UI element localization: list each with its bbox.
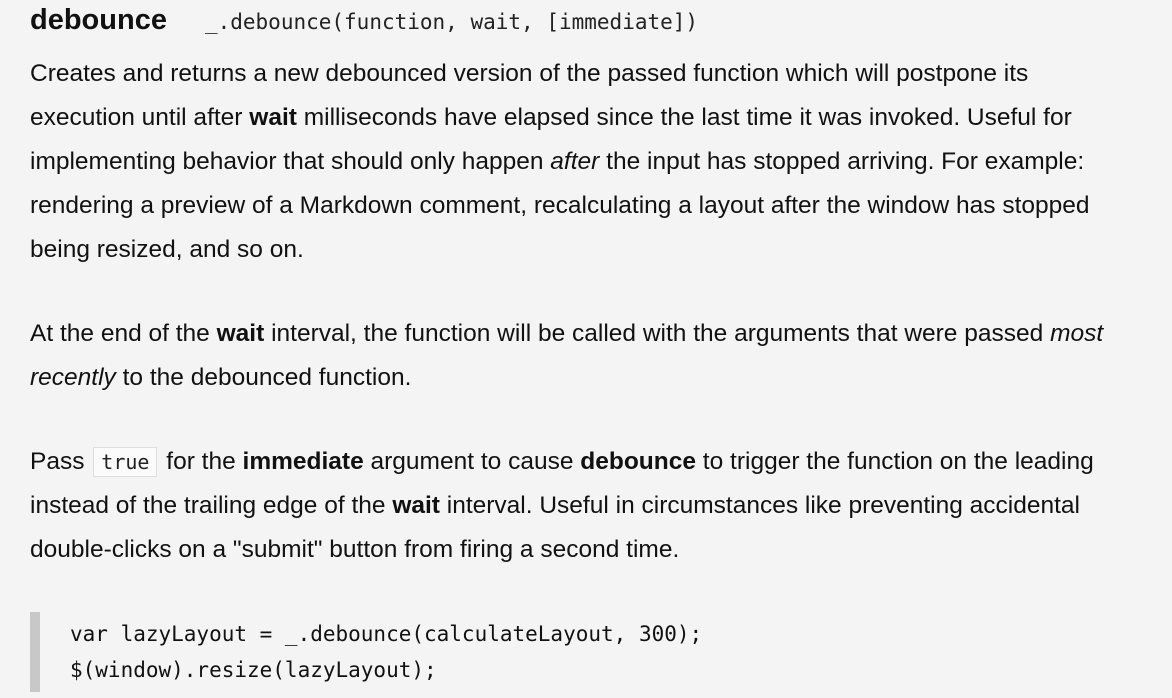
code-line: $(window).resize(lazyLayout);: [70, 658, 437, 682]
text-span: argument to cause: [363, 448, 581, 475]
function-name: debounce: [30, 4, 167, 36]
documentation-section: debounce _.debounce(function, wait, [imm…: [0, 0, 1172, 698]
immediate-paragraph: Pass true for the immediate argument to …: [30, 440, 1132, 572]
inline-code-true: true: [93, 447, 158, 477]
description-paragraph: Creates and returns a new debounced vers…: [30, 52, 1132, 272]
text-span: for the: [159, 448, 243, 475]
text-span: interval, the function will be called wi…: [264, 320, 1051, 347]
function-signature: _.debounce(function, wait, [immediate]): [204, 10, 699, 34]
function-header: debounce _.debounce(function, wait, [imm…: [30, 4, 698, 44]
bold-term-debounce: debounce: [580, 448, 696, 475]
bold-term-wait: wait: [249, 104, 297, 131]
bold-term-wait: wait: [216, 320, 265, 347]
italic-term-after: after: [550, 148, 600, 175]
wait-interval-paragraph: At the end of the wait interval, the fun…: [30, 312, 1132, 400]
text-span: At the end of the: [30, 320, 217, 347]
bold-term-immediate: immediate: [242, 448, 364, 475]
code-line: var lazyLayout = _.debounce(calculateLay…: [70, 622, 703, 646]
text-span: to the debounced function.: [115, 364, 412, 391]
bold-term-wait: wait: [392, 492, 440, 519]
text-span: Pass: [30, 448, 92, 475]
code-example: var lazyLayout = _.debounce(calculateLay…: [30, 612, 930, 692]
